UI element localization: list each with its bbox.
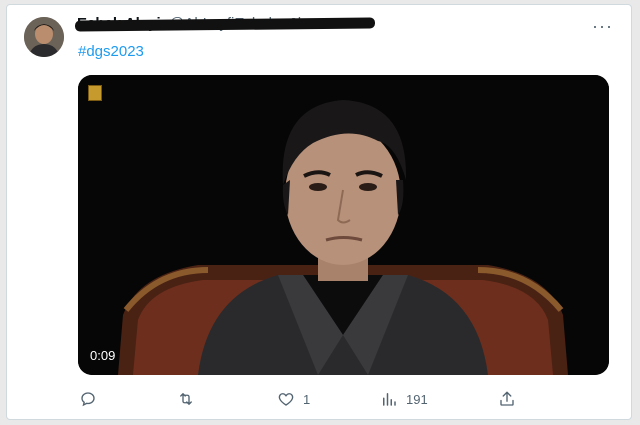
like-count: 1: [303, 391, 311, 407]
action-bar: 1 191: [7, 387, 631, 411]
heart-icon: [278, 393, 294, 406]
avatar[interactable]: [24, 17, 64, 57]
video-frame: [78, 75, 609, 375]
author-row[interactable]: Eshak Alayi @AhLeyfiEshak · 2h: [74, 15, 377, 35]
retweet-icon: [180, 393, 192, 405]
views-button[interactable]: 191: [380, 387, 428, 411]
video-duration: 0:09: [90, 348, 116, 363]
retweet-button[interactable]: [177, 387, 203, 411]
views-count: 191: [406, 391, 428, 407]
share-button[interactable]: [498, 387, 524, 411]
video-player[interactable]: 0:09: [78, 75, 609, 375]
reply-button[interactable]: [79, 387, 105, 411]
like-button[interactable]: 1: [277, 387, 310, 411]
reply-icon: [81, 392, 95, 407]
tweet-card[interactable]: Eshak Alayi @AhLeyfiEshak · 2h ··· #dgs2…: [6, 4, 632, 420]
channel-logo-icon: [88, 85, 102, 101]
views-icon: [383, 393, 396, 406]
hashtag-link[interactable]: #dgs2023: [78, 43, 144, 60]
redaction-scribble: [74, 17, 376, 32]
share-icon: [500, 391, 514, 406]
more-options-icon[interactable]: ···: [592, 17, 613, 35]
